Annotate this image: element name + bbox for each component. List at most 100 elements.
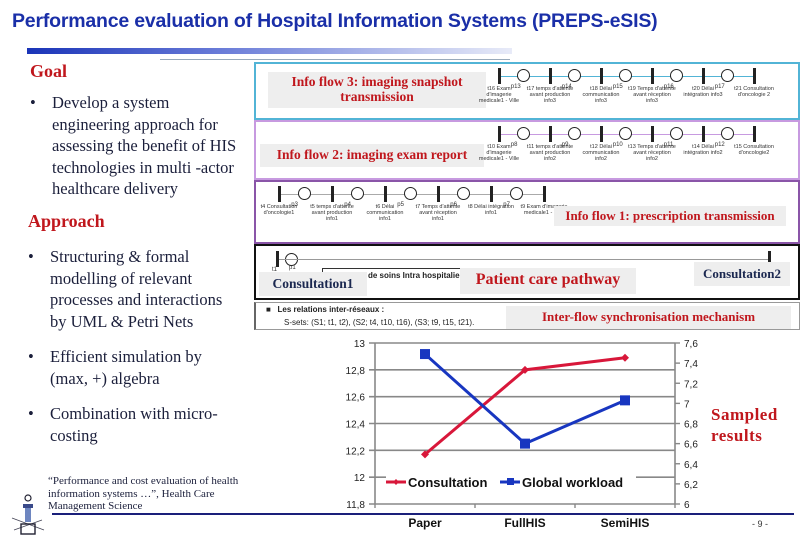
y-left-tick-label: 12,2 xyxy=(346,446,366,457)
y-left-tick-label: 13 xyxy=(354,339,366,350)
transition-label: t15 Consultation d'oncologie2 xyxy=(734,144,774,157)
y-right-tick-label: 7 xyxy=(684,399,690,410)
legend-background xyxy=(386,472,636,492)
data-point xyxy=(421,450,429,459)
patient-care-pathway-net: t1 p1 de soins Intra hospitalier Consult… xyxy=(254,244,800,300)
place xyxy=(721,69,735,82)
info-flow-2-net: Info flow 2: imaging exam report t10 Exa… xyxy=(254,120,800,180)
place-label: p17 xyxy=(714,84,725,90)
arc xyxy=(279,259,769,260)
reference-citation: “Performance and cost evaluation of heal… xyxy=(48,475,239,512)
place xyxy=(568,69,582,82)
petri-net-flow3: t16 Exam d'imagerie medicale1 - Ville p13… xyxy=(479,64,798,124)
place-label: p4 xyxy=(344,202,351,208)
transition xyxy=(753,68,756,84)
y-right-tick-label: 6,8 xyxy=(684,420,698,431)
goal-bullet: • Develop a system engineering approach f… xyxy=(30,92,245,200)
place xyxy=(619,69,633,82)
place-label: p3 xyxy=(291,202,298,208)
transition xyxy=(384,186,387,202)
sub-net-label: de soins Intra hospitalier xyxy=(368,271,463,280)
consultation2-label: Consultation2 xyxy=(694,262,790,286)
y-right-tick-label: 6,4 xyxy=(684,460,698,471)
transition xyxy=(278,186,281,202)
approach-bullet: • Efficient simulation by (max, +) algebr… xyxy=(28,346,230,389)
info-flow-3-net: Info flow 3: imaging snapshot transmissi… xyxy=(254,62,800,120)
transition xyxy=(543,186,546,202)
data-point xyxy=(621,353,629,362)
place-label: p5 xyxy=(397,202,404,208)
series-line-global-workload xyxy=(423,352,626,446)
sync-line-2: S-sets: (S1; t1, t2), (S2; t4, t10, t16)… xyxy=(284,318,475,327)
place-label: p15 xyxy=(612,84,623,90)
transition xyxy=(702,68,705,84)
transition xyxy=(600,68,603,84)
info-flow-1-label: Info flow 1: prescription transmission xyxy=(554,206,786,226)
y-left-tick-label: 12,8 xyxy=(346,366,366,377)
info-flow-1-net: t4 Consultation d'oncologie1 p3 t5 temps d… xyxy=(254,180,800,244)
patient-care-pathway-label: Patient care pathway xyxy=(460,268,636,294)
place xyxy=(510,187,524,200)
y-right-tick-label: 7,4 xyxy=(684,359,698,370)
transition xyxy=(490,186,493,202)
y-right-tick-label: 7,2 xyxy=(684,379,698,390)
bullet-text: Combination with micro-costing xyxy=(50,404,218,445)
place-label: p14 xyxy=(561,84,572,90)
place-label: p12 xyxy=(714,142,725,148)
y-right-tick-label: 6,6 xyxy=(684,440,698,451)
chart-legend: Consultation Global workload xyxy=(386,472,636,492)
approach-list: • Structuring & formal modelling of relev… xyxy=(28,246,228,460)
institution-logo-icon xyxy=(11,494,45,535)
data-point xyxy=(420,349,430,360)
data-point xyxy=(521,365,529,374)
consultation1-label: Consultation1 xyxy=(259,272,367,296)
sync-mechanism-label: Inter-flow synchronisation mechanism xyxy=(506,306,791,329)
bullet-icon: • xyxy=(28,404,34,423)
bullet-text: Efficient simulation by (max, +) algebra xyxy=(50,347,202,388)
series-line-consultation xyxy=(424,356,626,456)
legend-consultation-marker xyxy=(393,479,399,485)
place xyxy=(457,187,471,200)
transition xyxy=(498,68,501,84)
approach-bullet: • Structuring & formal modelling of relev… xyxy=(28,246,228,332)
transition xyxy=(437,186,440,202)
transition xyxy=(331,186,334,202)
goal-heading: Goal xyxy=(30,61,68,81)
place-label: p16 xyxy=(663,84,674,90)
transition xyxy=(753,126,756,142)
transition xyxy=(549,68,552,84)
place-label: p10 xyxy=(612,142,623,148)
bullet-icon: • xyxy=(28,347,34,366)
bullet-text: Structuring & formal modelling of releva… xyxy=(50,247,223,331)
x-tick-label: Paper xyxy=(408,516,442,530)
place-label: p6 xyxy=(450,202,457,208)
place-label: p11 xyxy=(663,142,674,148)
place xyxy=(404,187,418,200)
divider xyxy=(160,59,510,60)
goal-list: • Develop a system engineering approach f… xyxy=(30,92,245,214)
place xyxy=(568,127,582,140)
legend-workload-marker xyxy=(507,478,514,485)
place xyxy=(670,69,684,82)
bullet-text: Develop a system engineering approach fo… xyxy=(52,93,237,198)
y-left-tick-label: 12 xyxy=(354,473,366,484)
legend-workload-label: Global workload xyxy=(522,475,623,490)
inter-flow-sync-panel: ■ Les relations inter-réseaux : S-sets: … xyxy=(254,302,800,330)
place-label: p13 xyxy=(510,84,521,90)
transition xyxy=(498,126,501,142)
y-left-tick-label: 12,4 xyxy=(346,420,366,431)
page-number: - 9 - xyxy=(752,519,769,529)
place xyxy=(619,127,633,140)
legend-consultation-label: Consultation xyxy=(408,475,487,490)
place xyxy=(721,127,735,140)
place xyxy=(298,187,312,200)
data-point xyxy=(620,395,630,406)
bullet-icon: • xyxy=(30,93,36,112)
x-tick-label: FullHIS xyxy=(504,516,545,530)
sync-line-1: Les relations inter-réseaux : xyxy=(277,305,385,314)
sampled-results-label: Sampled results xyxy=(711,405,778,445)
transition xyxy=(600,126,603,142)
transition xyxy=(702,126,705,142)
approach-heading: Approach xyxy=(28,211,105,231)
place xyxy=(517,69,531,82)
